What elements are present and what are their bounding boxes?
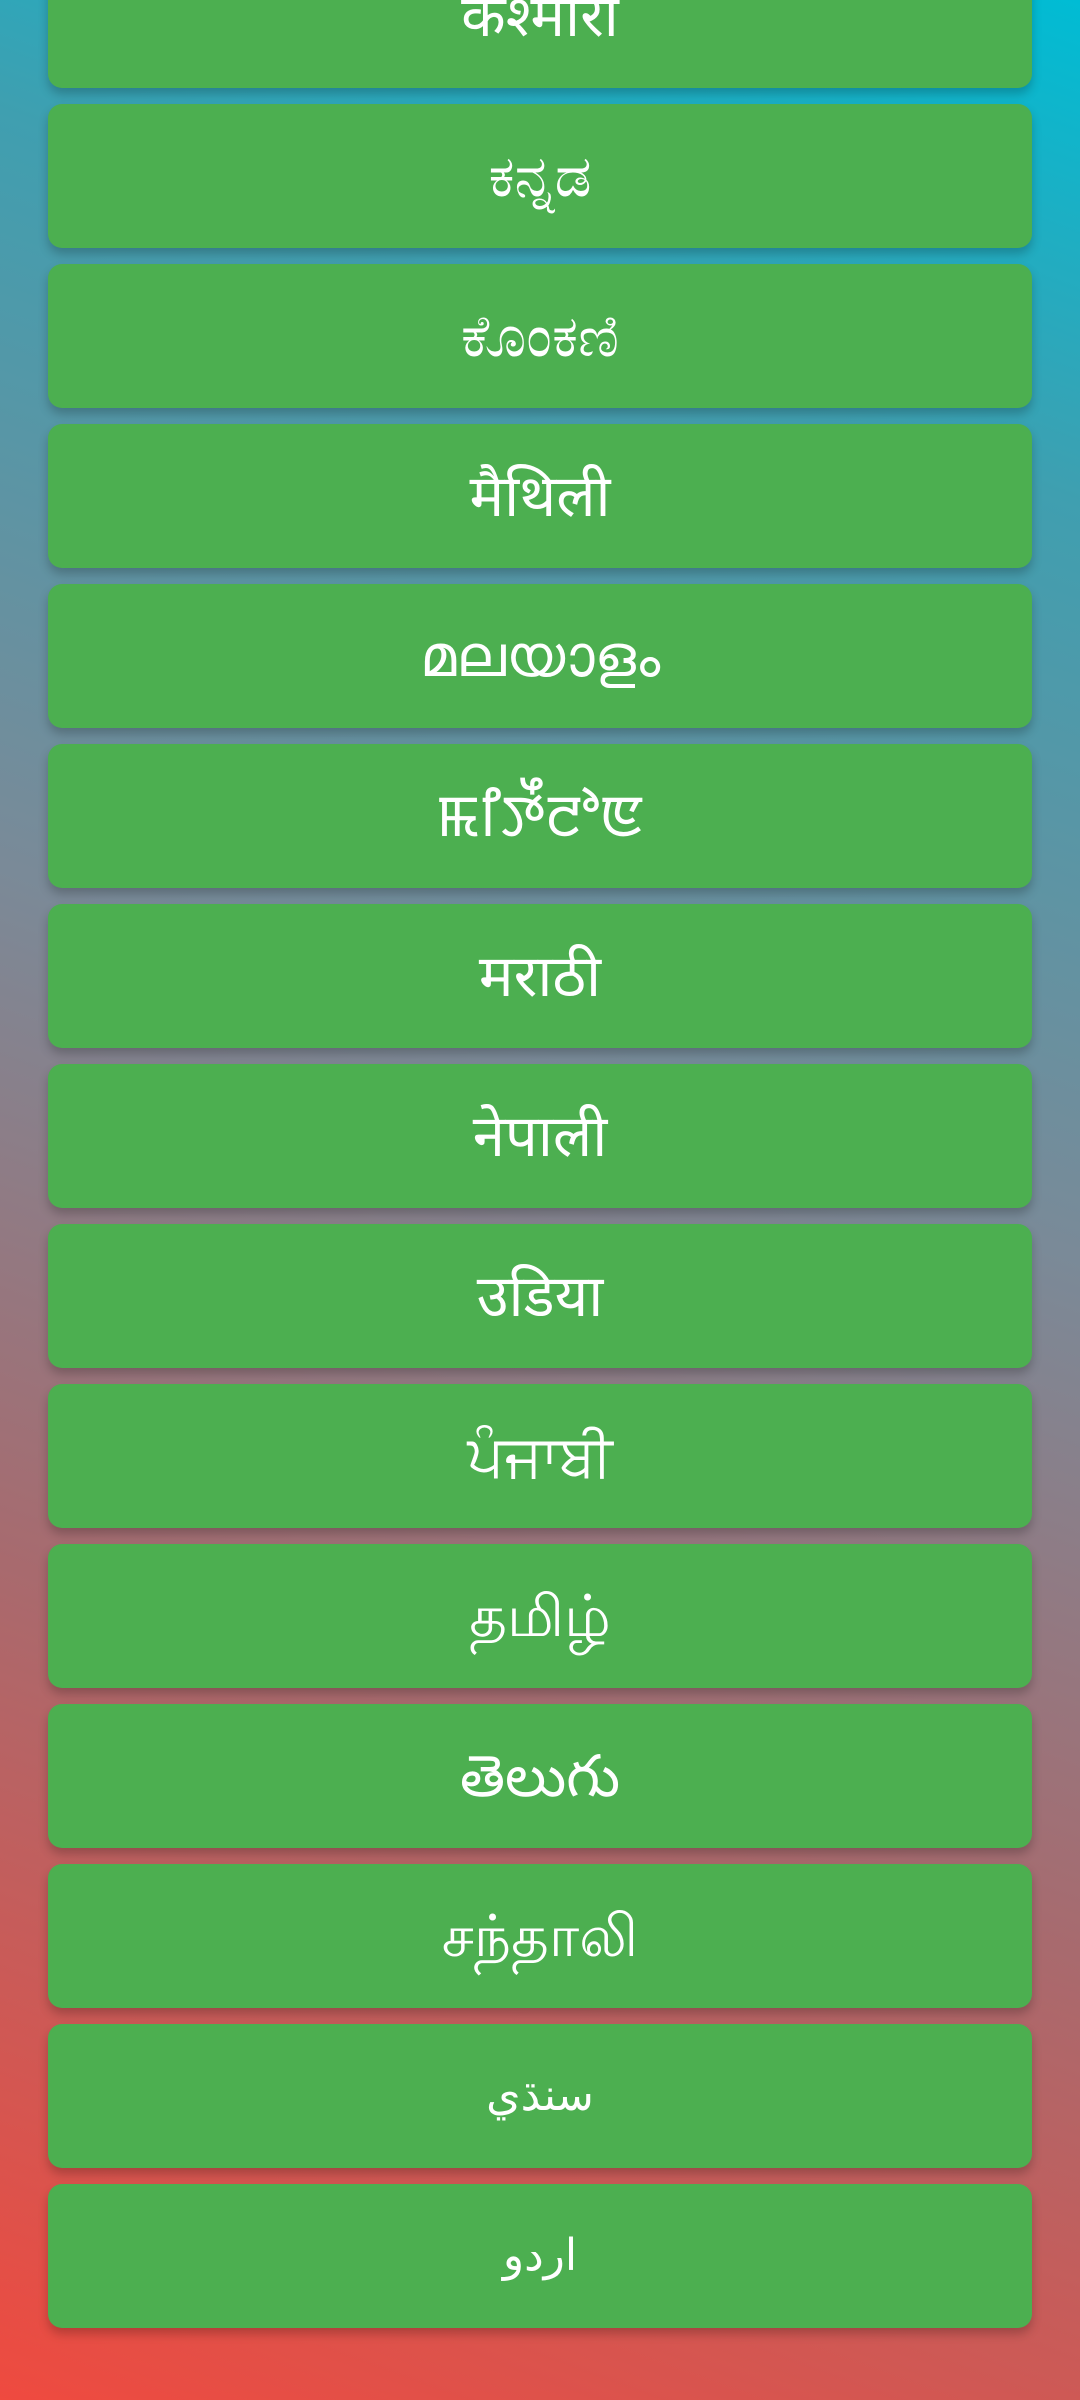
- language-button-marathi[interactable]: मराठी: [48, 904, 1032, 1048]
- language-button-tamil[interactable]: தமிழ்: [48, 1544, 1032, 1688]
- language-label: मैथिली: [469, 462, 611, 530]
- language-button-konkani[interactable]: ಕೊಂಕಣಿ: [48, 264, 1032, 408]
- language-button-santali[interactable]: சந்தாலி: [48, 1864, 1032, 2008]
- language-label: ꯃꯤꯇꯩꯂꯣꯟ: [435, 782, 645, 850]
- language-label: ಕನ್ನಡ: [488, 142, 592, 210]
- language-label: उडिया: [476, 1262, 604, 1330]
- language-list: कश्मीरी ಕನ್ನಡ ಕೊಂಕಣಿ मैथिली മലയാളം ꯃꯤꯇꯩꯂ…: [48, 0, 1032, 2344]
- language-label: मराठी: [478, 942, 602, 1010]
- language-button-maithili[interactable]: मैथिली: [48, 424, 1032, 568]
- language-button-urdu[interactable]: اردو: [48, 2184, 1032, 2328]
- language-label: தமிழ்: [469, 1582, 611, 1650]
- language-label: తెలుగు: [459, 1742, 621, 1810]
- language-label: اردو: [502, 2230, 578, 2281]
- language-button-telugu[interactable]: తెలుగు: [48, 1704, 1032, 1848]
- language-label: മലയാളം: [419, 622, 661, 690]
- language-button-kashmiri[interactable]: कश्मीरी: [48, 0, 1032, 88]
- language-button-punjabi[interactable]: ਪੰਜਾਬੀ: [48, 1384, 1032, 1528]
- language-label: சந்தாலி: [441, 1902, 639, 1970]
- language-label: ಕೊಂಕಣಿ: [460, 302, 620, 370]
- language-button-malayalam[interactable]: മലയാളം: [48, 584, 1032, 728]
- language-button-kannada[interactable]: ಕನ್ನಡ: [48, 104, 1032, 248]
- language-label: سنڌي: [486, 2070, 594, 2121]
- language-button-sindhi[interactable]: سنڌي: [48, 2024, 1032, 2168]
- language-label: नेपाली: [472, 1102, 608, 1170]
- language-label: कश्मीरी: [461, 0, 619, 50]
- language-button-manipuri[interactable]: ꯃꯤꯇꯩꯂꯣꯟ: [48, 744, 1032, 888]
- language-button-odia[interactable]: उडिया: [48, 1224, 1032, 1368]
- language-button-nepali[interactable]: नेपाली: [48, 1064, 1032, 1208]
- language-label: ਪੰਜਾਬੀ: [467, 1422, 613, 1490]
